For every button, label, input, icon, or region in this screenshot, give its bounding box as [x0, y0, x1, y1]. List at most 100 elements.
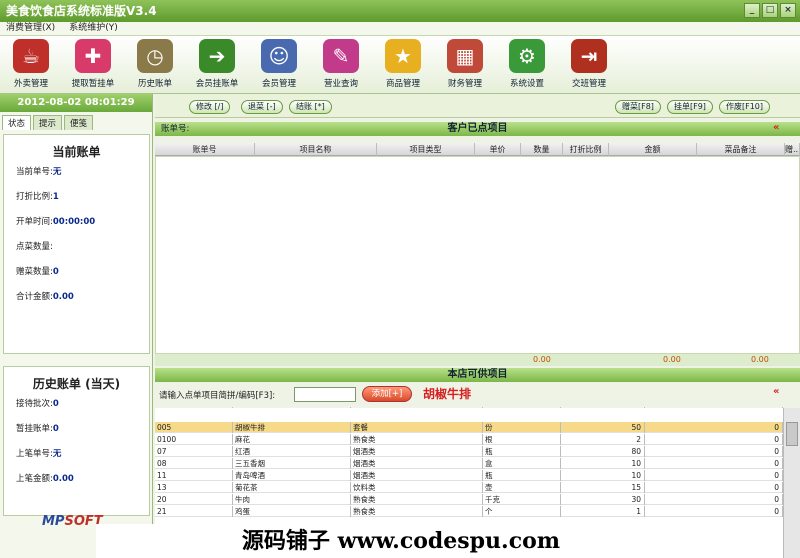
info-label: 打折比例:: [16, 192, 53, 202]
info-row: 开单时间:00:00:00: [4, 215, 149, 240]
ordered-col-header[interactable]: 单价: [475, 143, 521, 156]
toolbar-button-6[interactable]: ★ 商品管理: [372, 36, 434, 94]
info-value: 无: [52, 449, 62, 459]
ordered-col-header[interactable]: 菜品备注: [697, 143, 785, 156]
members-icon: ☺: [261, 39, 297, 73]
add-item-button[interactable]: 添加[+]: [362, 386, 412, 402]
close-button[interactable]: ×: [780, 3, 796, 18]
history-section: 历史账单 (当天) 接待批次:0 暂挂账单:0 上笔单号:无 上笔金额:0.00: [3, 366, 150, 516]
table-row[interactable]: 21 鸡蛋 熟食类个 1 0: [155, 506, 783, 517]
cell-unit: 盒: [483, 458, 561, 469]
cell-name: 青岛啤酒: [233, 470, 351, 481]
info-row: 打折比例:1: [4, 190, 149, 215]
window-title: 美食饮食店系统标准版V3.4: [6, 4, 157, 18]
table-row[interactable]: 005 胡椒牛排 套餐份 50 0: [155, 422, 783, 433]
info-value: 0: [52, 267, 59, 277]
ordered-col-header[interactable]: 项目名称: [255, 143, 377, 156]
toolbar-button-9[interactable]: ⇥ 交班管理: [558, 36, 620, 94]
menu-system[interactable]: 系统维护(Y): [69, 22, 118, 35]
info-label: 开单时间:: [16, 217, 53, 227]
toolbar-button-3[interactable]: ➔ 会员挂账单: [186, 36, 248, 94]
cell-stock: 0: [645, 446, 783, 457]
toolbar-button-5[interactable]: ✎ 营业查询: [310, 36, 372, 94]
scroll-thumb[interactable]: [786, 422, 798, 446]
cell-code: 13: [155, 482, 233, 493]
table-row[interactable]: 13 菊花茶 饮料类壶 15 0: [155, 482, 783, 493]
info-value: 无: [52, 167, 62, 177]
toolbar: ☕ 外卖管理 ✚ 提取暂挂单 ◷ 历史账单 ➔ 会员挂账单 ☺ 会员管理 ✎ 营业查询 ★ 商品管理 ▦ 财务…: [0, 36, 800, 94]
cell-type: 熟食类: [351, 434, 483, 445]
toolbar-label: 提取暂挂单: [71, 79, 115, 89]
info-label: 赠菜数量:: [16, 267, 53, 277]
info-row: 接待批次:0: [4, 397, 149, 422]
cell-name: 胡椒牛排: [233, 422, 351, 433]
ordered-col-header[interactable]: 账单号: [155, 143, 255, 156]
toolbar-button-2[interactable]: ◷ 历史账单: [124, 36, 186, 94]
cell-price: 30: [561, 494, 645, 505]
ordered-table-header: 账单号 项目名称 项目类型 单价 数量 打折比例 金额 菜品备注 赠...: [155, 143, 800, 156]
cell-type: 烟酒类: [351, 458, 483, 469]
ordered-col-header[interactable]: 打折比例: [563, 143, 609, 156]
item-search-input[interactable]: [294, 387, 356, 402]
current-bill-title: 当前账单: [52, 145, 101, 159]
query-icon: ✎: [323, 39, 359, 73]
toolbar-button-4[interactable]: ☺ 会员管理: [248, 36, 310, 94]
table-row[interactable]: 07 红酒 烟酒类瓶 80 0: [155, 446, 783, 457]
gift-button[interactable]: 赠菜[F8]: [615, 100, 661, 114]
cell-price: 80: [561, 446, 645, 457]
info-label: 上笔单号:: [16, 449, 53, 459]
maximize-button[interactable]: □: [762, 3, 778, 18]
checkout-button[interactable]: 结账 [*]: [289, 100, 332, 114]
current-bill-section: 当前账单 当前单号:无 打折比例:1 开单时间:00:00:00 点菜数量: 赠菜数量:…: [3, 134, 150, 354]
item-input-label: 请输入点单项目简拼/编码[F3]:: [159, 391, 276, 401]
cell-name: 牛肉: [233, 494, 351, 505]
ordered-table[interactable]: [155, 156, 800, 354]
table-row[interactable]: 0100 麻花 熟食类根 2 0: [155, 434, 783, 445]
cell-name: 红酒: [233, 446, 351, 457]
info-label: 接待批次:: [16, 399, 53, 409]
arrow-icon: ➔: [199, 39, 235, 73]
available-scrollbar[interactable]: [783, 408, 800, 558]
cell-name: 菊花茶: [233, 482, 351, 493]
table-row[interactable]: 08 三五香烟 烟酒类盒 10 0: [155, 458, 783, 469]
hold-button[interactable]: 挂单[F9]: [667, 100, 713, 114]
toolbar-button-8[interactable]: ⚙ 系统设置: [496, 36, 558, 94]
toolbar-button-0[interactable]: ☕ 外卖管理: [0, 36, 62, 94]
ordered-col-header[interactable]: 金额: [609, 143, 697, 156]
toolbar-label: 财务管理: [447, 79, 482, 89]
info-row: 赠菜数量:0: [4, 265, 149, 290]
info-value: 0.00: [52, 474, 74, 484]
table-row[interactable]: 20 牛肉 熟食类 千克 30 0: [155, 494, 783, 505]
cell-stock: 0: [645, 422, 783, 433]
menu-consumption[interactable]: 消费管理(X): [6, 22, 55, 35]
table-row[interactable]: 11 青岛啤酒 烟酒类瓶 10 0: [155, 470, 783, 481]
ordered-col-header[interactable]: 赠...: [785, 143, 800, 156]
toolbar-button-1[interactable]: ✚ 提取暂挂单: [62, 36, 124, 94]
cell-price: 50: [561, 422, 645, 433]
void-button[interactable]: 作废[F10]: [719, 100, 771, 114]
add-item-row: 请输入点单项目简拼/编码[F3]: 添加[+] 胡椒牛排: [155, 384, 800, 406]
info-label: 当前单号:: [16, 167, 53, 177]
cell-type: 饮料类: [351, 482, 483, 493]
ordered-col-header[interactable]: 项目类型: [377, 143, 475, 156]
info-row: 当前单号:无: [4, 165, 149, 190]
collapse-arrow-icon[interactable]: «: [773, 122, 779, 133]
tab-notes[interactable]: 便笺: [64, 115, 94, 130]
modify-button[interactable]: 修改 [/]: [189, 100, 231, 114]
info-value: 00:00:00: [52, 217, 96, 227]
minimize-button[interactable]: _: [744, 3, 760, 18]
tab-status[interactable]: 状态: [2, 115, 32, 130]
ordered-title: 客户已点项目: [447, 123, 508, 134]
toolbar-button-7[interactable]: ▦ 财务管理: [434, 36, 496, 94]
tab-tips[interactable]: 提示: [33, 115, 63, 130]
toolbar-label: 历史账单: [137, 79, 172, 89]
window-titlebar: 美食饮食店系统标准版V3.4 _ □ ×: [0, 0, 800, 22]
ordered-totals: 0.00 0.00 0.00: [155, 354, 800, 366]
retrieve-icon: ✚: [75, 39, 111, 73]
available-title: 本店可供项目: [447, 369, 508, 380]
total-amount: 0.00: [663, 355, 681, 364]
collapse-arrow-icon-2[interactable]: «: [773, 386, 779, 397]
return-dish-button[interactable]: 退菜 [-]: [241, 100, 283, 114]
info-label: 点菜数量:: [16, 242, 53, 252]
ordered-col-header[interactable]: 数量: [521, 143, 563, 156]
